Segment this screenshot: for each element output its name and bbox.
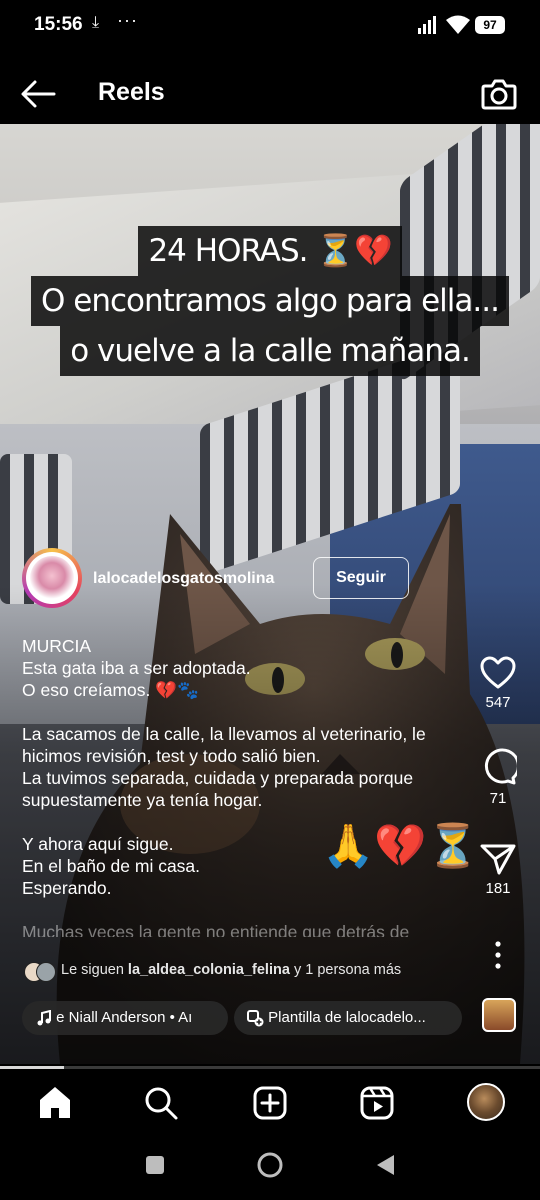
video-progress-track[interactable] [0, 1066, 540, 1069]
caption-gap [22, 899, 472, 921]
profile-avatar[interactable] [467, 1083, 505, 1121]
wifi-icon [446, 15, 470, 34]
more-notifications-icon: ··· [117, 10, 138, 30]
audio-pill[interactable]: e Niall Anderson • Aı [22, 1001, 228, 1035]
audio-label: e Niall Anderson • Aı [56, 1009, 193, 1026]
caption-gap [22, 701, 472, 723]
home-icon[interactable] [35, 1083, 75, 1123]
caption-line: La sacamos de la calle, la llevamos al v… [22, 724, 426, 766]
back-arrow-icon[interactable] [20, 79, 56, 109]
comment-button[interactable]: 71 [468, 748, 528, 807]
username[interactable]: lalocadelosgatosmolina [93, 570, 274, 588]
decor-emoji: 🙏💔⏳ [322, 822, 479, 869]
follower-name[interactable]: la_aldea_colonia_felina [128, 962, 290, 978]
follow-button[interactable]: Seguir [313, 557, 409, 599]
avatar[interactable] [30, 556, 74, 600]
audio-thumbnail[interactable] [482, 998, 516, 1032]
video-progress-fill [0, 1066, 64, 1069]
add-icon[interactable] [250, 1083, 290, 1123]
search-icon[interactable] [141, 1083, 181, 1123]
caption-line: MURCIA [22, 636, 92, 656]
share-icon [480, 844, 516, 875]
comment-icon [484, 748, 517, 785]
status-bar: 15:56 ⤓ ··· 97 [0, 0, 540, 52]
signal-icon [418, 16, 436, 34]
caption-line: La tuvimos separada, cuidada y preparada… [22, 768, 414, 810]
reels-icon[interactable] [357, 1083, 397, 1123]
more-icon[interactable] [481, 938, 515, 972]
overlay-line: o vuelve a la calle mañana. [0, 326, 540, 376]
system-home-button[interactable] [257, 1152, 283, 1178]
followed-by-line[interactable]: Le siguen la_aldea_colonia_felina y 1 pe… [22, 962, 401, 978]
template-icon [247, 1010, 264, 1027]
comment-count: 71 [489, 790, 507, 807]
caption-line: Esperando. [22, 878, 112, 898]
recents-button[interactable] [146, 1156, 164, 1174]
overlay-line: O encontramos algo para ella... [0, 276, 540, 326]
download-icon: ⤓ [92, 14, 100, 31]
followers-suffix: y 1 persona más [293, 962, 402, 978]
caption-line: Esta gata iba a ser adoptada. [22, 658, 251, 678]
caption[interactable]: MURCIA Esta gata iba a ser adoptada. O e… [22, 635, 472, 937]
caption-faded-line: Muchas veces la gente no entiende que de… [22, 922, 410, 937]
share-count: 181 [485, 880, 511, 897]
battery-indicator: 97 [475, 16, 505, 34]
music-icon [37, 1010, 51, 1026]
like-button[interactable]: 547 [468, 656, 528, 711]
camera-icon[interactable] [480, 76, 518, 112]
followers-prefix: Le siguen [61, 962, 124, 978]
caption-line: O eso creíamos. 💔🐾 [22, 680, 199, 700]
overlay-line: 24 HORAS. ⏳💔 [0, 226, 540, 276]
like-count: 547 [485, 694, 511, 711]
share-button[interactable]: 181 [468, 842, 528, 897]
template-label: Plantilla de lalocadelo... [268, 1009, 426, 1026]
heart-icon [480, 656, 516, 689]
page-title: Reels [98, 78, 165, 106]
system-back-button[interactable] [374, 1153, 396, 1177]
template-pill[interactable]: Plantilla de lalocadelo... [234, 1001, 462, 1035]
status-time: 15:56 [34, 14, 83, 35]
